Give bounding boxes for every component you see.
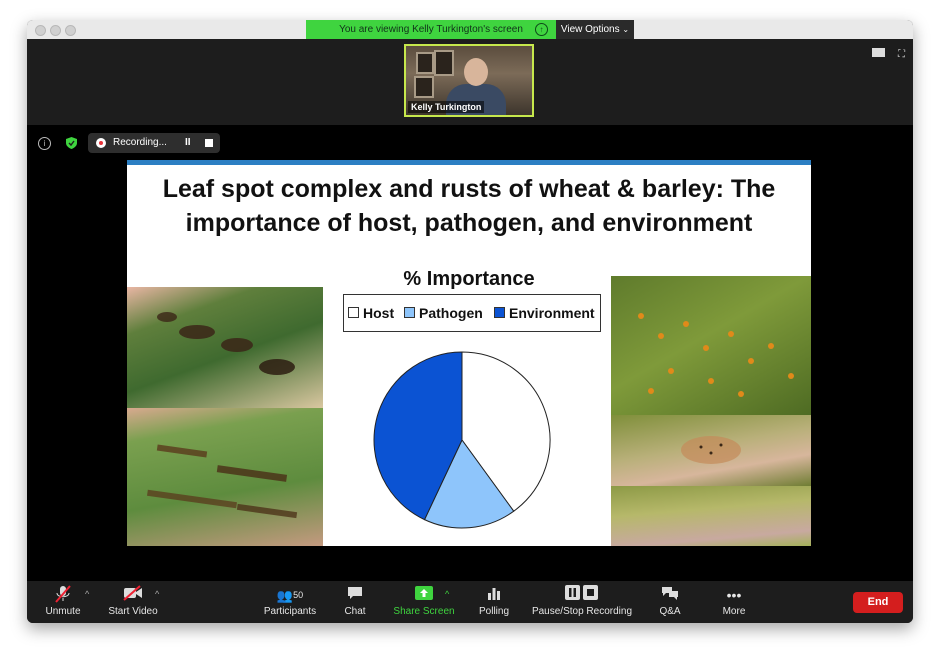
- pause-stop-recording-button[interactable]: Pause/Stop Recording: [529, 585, 635, 619]
- recording-indicator: Recording... II: [88, 133, 220, 153]
- lesion-overlay: [147, 444, 298, 519]
- view-controls: ⛶: [872, 48, 905, 60]
- view-options-label: View Options: [560, 24, 620, 35]
- banner-text: You are viewing Kelly Turkington's scree…: [339, 24, 523, 35]
- rust-photo-1: [611, 276, 811, 415]
- title-bar: You are viewing Kelly Turkington's scree…: [27, 20, 913, 40]
- legend-label: Environment: [509, 305, 595, 321]
- rust-pustules-overlay: [638, 313, 794, 397]
- share-options-caret-icon[interactable]: ^: [445, 589, 449, 599]
- qa-label: Q&A: [659, 606, 681, 617]
- recording-label: Recording...: [113, 137, 167, 148]
- start-video-button[interactable]: Start Video: [105, 585, 161, 619]
- legend-item-host: Host: [348, 305, 394, 321]
- legend-item-environment: Environment: [494, 305, 595, 321]
- legend-swatch: [494, 307, 505, 318]
- unmute-label: Unmute: [45, 606, 81, 617]
- chart-title: % Importance: [403, 268, 535, 290]
- zoom-window: You are viewing Kelly Turkington's scree…: [27, 20, 913, 623]
- recording-dot-icon: [96, 138, 106, 148]
- pause-stop-recording-label: Pause/Stop Recording: [531, 606, 633, 617]
- participants-button[interactable]: 👥50 Participants: [257, 585, 323, 619]
- legend-swatch: [348, 307, 359, 318]
- participants-icon: 👥50: [276, 588, 304, 603]
- chart-legend: Host Pathogen Environment: [343, 294, 601, 332]
- ellipsis-icon: •••: [726, 587, 742, 603]
- start-video-label: Start Video: [108, 606, 158, 617]
- zoom-window-button[interactable]: [65, 25, 76, 36]
- lesion-overlay: [157, 312, 295, 375]
- qa-button[interactable]: Q&A: [653, 585, 687, 619]
- more-button[interactable]: ••• More: [717, 585, 751, 619]
- chevron-down-icon: ⌄: [622, 25, 630, 34]
- polling-button[interactable]: Polling: [475, 585, 513, 619]
- pause-stop-icon: [529, 585, 635, 605]
- screen-share-banner: You are viewing Kelly Turkington's scree…: [306, 20, 556, 39]
- minimize-window-button[interactable]: [50, 25, 61, 36]
- view-options-button[interactable]: View Options ⌄: [556, 20, 634, 39]
- bar-chart-icon: [475, 585, 513, 605]
- participant-name: Kelly Turkington: [408, 101, 485, 113]
- leaf-spot-photo-1: [127, 287, 323, 408]
- meeting-toolbar: Unmute ^ Start Video ^ 👥50 Participants …: [27, 581, 913, 623]
- legend-swatch: [404, 307, 415, 318]
- audio-options-caret-icon[interactable]: ^: [85, 589, 89, 599]
- slide-title-line-1: Leaf spot complex and rusts of wheat & b…: [162, 175, 776, 203]
- unmute-button[interactable]: Unmute: [41, 585, 85, 619]
- legend-label: Host: [363, 305, 395, 321]
- rust-photo-2: [611, 415, 811, 486]
- participants-count: 50: [293, 590, 304, 600]
- more-label: More: [722, 606, 746, 617]
- wall-frame: [414, 76, 434, 98]
- presentation-slide: Leaf spot complex and rusts of wheat & b…: [127, 160, 811, 546]
- chat-bubble-icon: [339, 585, 371, 605]
- pause-recording-button[interactable]: II: [185, 133, 191, 153]
- shield-icon[interactable]: [66, 137, 77, 149]
- rust-lesion-overlay: [681, 436, 741, 464]
- info-icon[interactable]: i: [38, 137, 51, 150]
- leaf-spot-photo-2: [127, 408, 323, 546]
- shared-screen-area: i Recording... II Leaf spot complex and …: [27, 125, 913, 581]
- rust-photo-3: [611, 486, 811, 546]
- video-strip: Kelly Turkington ⛶: [27, 39, 913, 125]
- slide-title: Leaf spot complex and rusts of wheat & b…: [127, 172, 811, 240]
- person-head: [464, 58, 488, 86]
- chat-label: Chat: [344, 606, 366, 617]
- share-screen-label: Share Screen: [393, 606, 455, 617]
- chat-button[interactable]: Chat: [339, 585, 371, 619]
- slide-title-line-2: importance of host, pathogen, and enviro…: [185, 209, 753, 237]
- end-meeting-button[interactable]: End: [853, 592, 903, 613]
- participant-video-tile[interactable]: Kelly Turkington: [404, 44, 534, 117]
- video-off-icon: [105, 585, 161, 605]
- wall-frame: [416, 52, 434, 74]
- polling-label: Polling: [478, 606, 510, 617]
- mic-muted-icon: [41, 585, 85, 605]
- pie-chart: [373, 351, 551, 529]
- video-options-caret-icon[interactable]: ^: [155, 589, 159, 599]
- legend-label: Pathogen: [419, 305, 483, 321]
- legend-item-pathogen: Pathogen: [404, 305, 483, 321]
- stop-viewing-icon[interactable]: ↑: [535, 23, 548, 36]
- qa-bubbles-icon: [653, 585, 687, 605]
- slide-accent-bar: [127, 160, 811, 165]
- wall-frame: [434, 50, 454, 76]
- participants-label: Participants: [263, 606, 317, 617]
- stop-recording-button[interactable]: [205, 139, 213, 147]
- fullscreen-icon[interactable]: ⛶: [898, 49, 905, 60]
- layout-icon[interactable]: [872, 48, 886, 57]
- close-window-button[interactable]: [35, 25, 46, 36]
